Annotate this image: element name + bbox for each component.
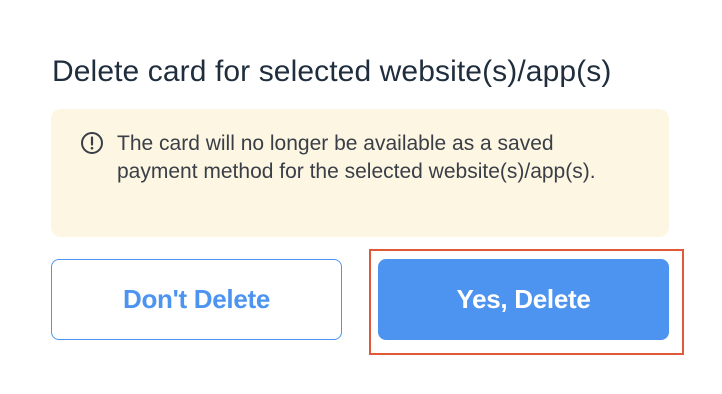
yes-delete-button[interactable]: Yes, Delete xyxy=(378,259,669,340)
exclamation-circle-icon xyxy=(80,131,104,155)
dialog-title: Delete card for selected website(s)/app(… xyxy=(52,55,612,88)
delete-card-dialog: Delete card for selected website(s)/app(… xyxy=(0,0,722,394)
warning-message: The card will no longer be available as … xyxy=(117,132,596,183)
warning-notice: The card will no longer be available as … xyxy=(51,109,669,237)
dont-delete-button[interactable]: Don't Delete xyxy=(51,259,342,340)
